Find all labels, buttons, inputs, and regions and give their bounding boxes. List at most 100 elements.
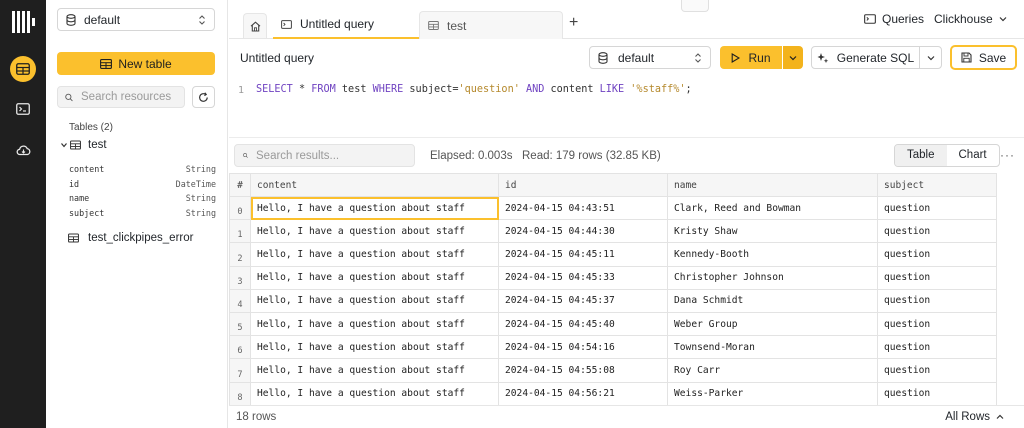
- generate-sql-options-button[interactable]: [919, 46, 942, 69]
- rail-queries-button[interactable]: [10, 96, 36, 122]
- cell-subject[interactable]: question: [877, 242, 997, 267]
- query-database-select[interactable]: default: [589, 46, 711, 69]
- cell-id[interactable]: 2024-04-15 04:54:16: [498, 335, 668, 360]
- chevron-down-icon: [61, 143, 67, 148]
- column-type: String: [185, 193, 216, 203]
- results-search: [234, 144, 415, 167]
- tab-label: Untitled query: [300, 17, 375, 31]
- more-options-icon[interactable]: ···: [1000, 148, 1015, 162]
- column-row[interactable]: id DateTime: [69, 179, 216, 194]
- cell-subject[interactable]: question: [877, 265, 997, 290]
- service-select[interactable]: Clickhouse: [934, 12, 1007, 26]
- cell-content[interactable]: Hello, I have a question about staff: [250, 335, 499, 360]
- query-title[interactable]: Untitled query: [240, 51, 314, 65]
- column-type: String: [185, 207, 216, 218]
- cell-id[interactable]: 2024-04-15 04:55:08: [498, 358, 668, 383]
- cell-subject[interactable]: question: [877, 219, 997, 244]
- cell-name[interactable]: Kennedy-Booth: [667, 242, 878, 267]
- cell-subject[interactable]: question: [877, 335, 997, 360]
- cell-id[interactable]: 2024-04-15 04:44:30: [498, 219, 668, 244]
- tab-test[interactable]: test: [419, 11, 563, 39]
- play-icon: [732, 52, 741, 63]
- row-number: 3: [229, 265, 251, 290]
- cell-subject[interactable]: question: [877, 311, 997, 337]
- generate-sql-button[interactable]: Generate SQL: [811, 46, 920, 69]
- column-header-id[interactable]: id: [498, 173, 668, 197]
- results-search-input[interactable]: [256, 149, 406, 162]
- cell-id[interactable]: 2024-04-15 04:45:33: [498, 265, 668, 290]
- cell-content[interactable]: Hello, I have a question about staff: [250, 358, 499, 383]
- cell-id[interactable]: 2024-04-15 04:45:37: [498, 288, 668, 313]
- cell-content[interactable]: Hello, I have a question about staff: [250, 288, 499, 313]
- cell-name[interactable]: Roy Carr: [667, 358, 878, 383]
- column-header-subject[interactable]: subject: [877, 173, 997, 197]
- cell-subject[interactable]: question: [877, 288, 997, 313]
- resource-search-input[interactable]: [81, 91, 177, 103]
- column-row[interactable]: content String: [69, 164, 216, 179]
- table-item-test-clickpipes-error[interactable]: test_clickpipes_error: [68, 232, 193, 244]
- table-name: test_clickpipes_error: [88, 232, 194, 244]
- table-view-button[interactable]: Table: [895, 145, 947, 166]
- cell-name[interactable]: Townsend-Moran: [667, 335, 878, 360]
- clickhouse-logo-icon[interactable]: [12, 11, 35, 33]
- sql-editor[interactable]: 1 SELECT * FROM test WHERE subject='ques…: [229, 78, 1024, 138]
- save-button[interactable]: Save: [950, 45, 1017, 70]
- sql-code[interactable]: SELECT * FROM test WHERE subject='questi…: [256, 84, 692, 95]
- cell-subject[interactable]: question: [877, 358, 997, 383]
- cell-content[interactable]: Hello, I have a question about staff: [250, 195, 499, 221]
- rail-table-button[interactable]: [10, 56, 36, 82]
- cell-name[interactable]: Christopher Johnson: [667, 265, 878, 290]
- cell-id[interactable]: 2024-04-15 04:56:21: [498, 381, 668, 406]
- run-options-button[interactable]: [783, 46, 803, 69]
- drag-handle[interactable]: [681, 0, 709, 12]
- home-icon: [250, 20, 260, 32]
- row-number: 8: [229, 381, 251, 406]
- search-icon: [243, 153, 248, 158]
- refresh-button[interactable]: [192, 86, 215, 108]
- table-icon: [68, 233, 79, 243]
- cell-name[interactable]: Clark, Reed and Bowman: [667, 195, 878, 221]
- database-select-label: default: [84, 12, 121, 27]
- cell-name[interactable]: Kristy Shaw: [667, 219, 878, 244]
- column-name: id: [69, 178, 80, 189]
- chevron-down-icon: [927, 55, 934, 60]
- rail-services-button[interactable]: [10, 137, 36, 163]
- header-row: # content id name subject: [229, 173, 997, 197]
- cell-content[interactable]: Hello, I have a question about staff: [250, 242, 499, 267]
- row-limit-select[interactable]: All Rows: [945, 411, 1004, 423]
- cell-name[interactable]: Weiss-Parker: [667, 381, 878, 406]
- new-table-button[interactable]: New table: [57, 52, 215, 75]
- run-button[interactable]: Run: [720, 46, 782, 69]
- column-row[interactable]: subject String: [69, 208, 216, 223]
- add-tab-button[interactable]: +: [569, 15, 578, 31]
- cell-content[interactable]: Hello, I have a question about staff: [250, 381, 499, 406]
- cell-content[interactable]: Hello, I have a question about staff: [250, 265, 499, 290]
- cell-content[interactable]: Hello, I have a question about staff: [250, 311, 499, 337]
- queries-button[interactable]: Queries: [864, 12, 924, 26]
- table-row: 1 Hello, I have a question about staff 2…: [229, 219, 997, 244]
- search-icon: [65, 93, 73, 101]
- cell-id[interactable]: 2024-04-15 04:45:11: [498, 242, 668, 267]
- cell-subject[interactable]: question: [877, 195, 997, 221]
- table-item-test[interactable]: test: [60, 139, 107, 151]
- cell-subject[interactable]: question: [877, 381, 997, 406]
- terminal-icon: [864, 14, 876, 24]
- database-select[interactable]: default: [57, 8, 215, 31]
- read-rows-stat: Read: 179 rows (32.85 KB): [522, 150, 661, 162]
- chevron-updown-icon: [199, 14, 205, 25]
- home-tab[interactable]: [243, 13, 267, 38]
- column-type: String: [185, 164, 216, 174]
- cell-name[interactable]: Dana Schmidt: [667, 288, 878, 313]
- column-header-content[interactable]: content: [250, 173, 499, 197]
- cell-name[interactable]: Weber Group: [667, 311, 878, 337]
- query-database-label: default: [618, 50, 655, 65]
- column-row[interactable]: name String: [69, 193, 216, 208]
- cell-content[interactable]: Hello, I have a question about staff: [250, 219, 499, 244]
- cell-id[interactable]: 2024-04-15 04:45:40: [498, 311, 668, 337]
- cell-id[interactable]: 2024-04-15 04:43:51: [498, 195, 668, 221]
- service-label: Clickhouse: [934, 12, 993, 26]
- tables-heading: Tables (2): [69, 122, 113, 133]
- database-icon: [66, 13, 76, 26]
- column-header-name[interactable]: name: [667, 173, 878, 197]
- chart-view-button[interactable]: Chart: [947, 145, 999, 166]
